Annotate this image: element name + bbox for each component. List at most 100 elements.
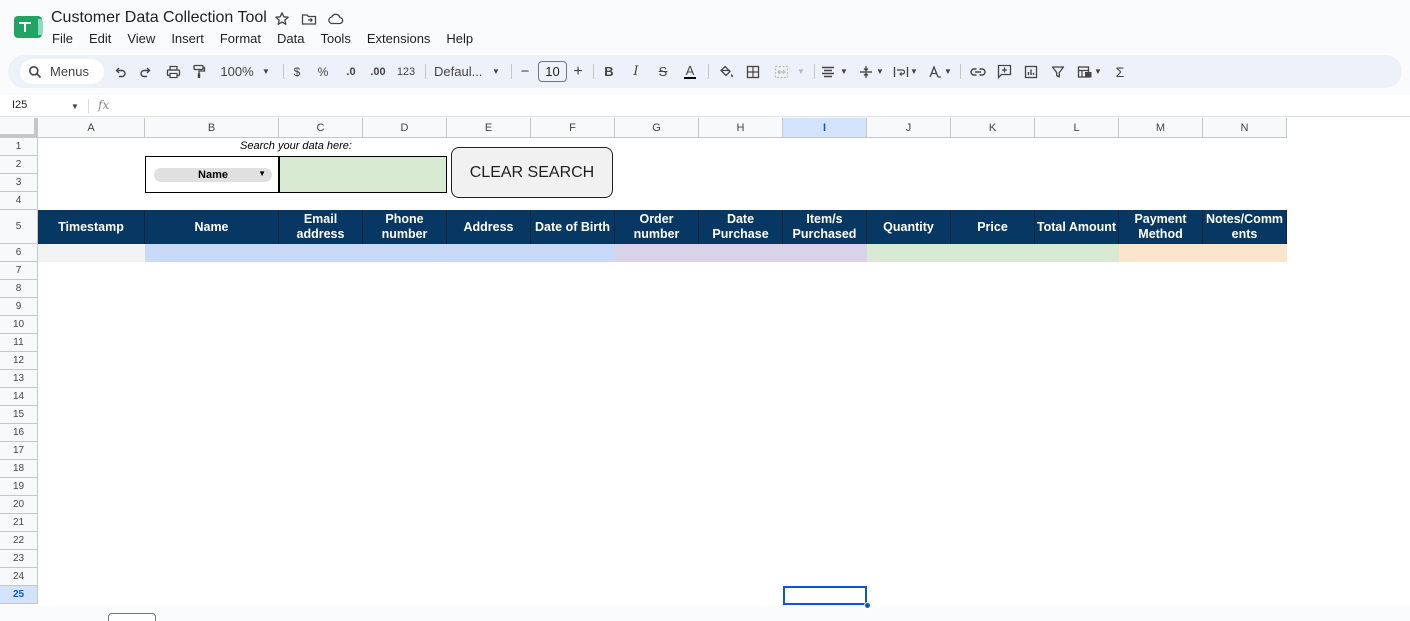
sheet-tab[interactable]: [108, 613, 156, 621]
row-header-22[interactable]: 22: [0, 532, 38, 550]
row-header-5[interactable]: 5: [0, 210, 38, 244]
cloud-status-icon[interactable]: [327, 11, 344, 27]
column-header-j[interactable]: J: [867, 118, 951, 138]
table-header-cell[interactable]: Date of Birth: [531, 210, 615, 244]
filter-icon[interactable]: [1047, 55, 1069, 88]
merge-cells-icon[interactable]: [770, 55, 792, 88]
zoom-select[interactable]: 100%: [218, 55, 256, 88]
row-header-17[interactable]: 17: [0, 442, 38, 460]
column-header-a[interactable]: A: [38, 118, 145, 138]
menu-tools[interactable]: Tools: [312, 29, 358, 48]
functions-button[interactable]: Σ: [1110, 55, 1130, 88]
font-size-input[interactable]: 10: [538, 61, 567, 82]
row6-color-band[interactable]: [1119, 244, 1287, 262]
increase-decimal-button[interactable]: .00: [366, 55, 390, 88]
column-header-h[interactable]: H: [699, 118, 783, 138]
valign-chevron-down-icon[interactable]: ▼: [874, 55, 886, 88]
column-header-b[interactable]: B: [145, 118, 279, 138]
row-header-11[interactable]: 11: [0, 334, 38, 352]
increase-font-size-button[interactable]: +: [569, 55, 587, 88]
column-header-c[interactable]: C: [279, 118, 363, 138]
table-header-cell[interactable]: Address: [447, 210, 531, 244]
menu-help[interactable]: Help: [438, 29, 481, 48]
spreadsheet-grid[interactable]: ABCDEFGHIJKLMN 1 2 3 4 5 6 7 8 9 10 11 12 13 14 15 16 17…: [0, 118, 1410, 609]
star-icon[interactable]: [274, 11, 290, 27]
print-icon[interactable]: [163, 55, 183, 88]
column-header-d[interactable]: D: [363, 118, 447, 138]
decrease-font-size-button[interactable]: −: [516, 55, 534, 88]
row6-color-band[interactable]: [38, 244, 145, 262]
row-header-23[interactable]: 23: [0, 550, 38, 568]
menu-insert[interactable]: Insert: [163, 29, 212, 48]
menu-view[interactable]: View: [119, 29, 163, 48]
table-header-cell[interactable]: Quantity: [867, 210, 951, 244]
row6-color-band[interactable]: [867, 244, 1119, 262]
table-header-cell[interactable]: Order number: [615, 210, 699, 244]
row-header-12[interactable]: 12: [0, 352, 38, 370]
row-header-6[interactable]: 6: [0, 244, 38, 262]
undo-icon[interactable]: [110, 55, 130, 88]
move-to-folder-icon[interactable]: [301, 11, 317, 27]
insert-comment-icon[interactable]: [993, 55, 1015, 88]
column-header-e[interactable]: E: [447, 118, 531, 138]
row6-color-band[interactable]: [615, 244, 867, 262]
strikethrough-button[interactable]: S: [653, 55, 673, 88]
bold-button[interactable]: B: [599, 55, 619, 88]
redo-icon[interactable]: [136, 55, 156, 88]
merge-chevron-down-icon[interactable]: ▼: [795, 55, 807, 88]
row-header-25[interactable]: 25: [0, 586, 38, 604]
dropdown-chip[interactable]: Name ▼: [154, 168, 272, 182]
row-header-3[interactable]: 3: [0, 174, 38, 192]
row-header-9[interactable]: 9: [0, 298, 38, 316]
font-chevron-down-icon[interactable]: ▼: [489, 55, 503, 88]
italic-button[interactable]: I: [626, 55, 646, 88]
menu-extensions[interactable]: Extensions: [359, 29, 439, 48]
row-header-19[interactable]: 19: [0, 478, 38, 496]
row-header-2[interactable]: 2: [0, 156, 38, 174]
format-percent-button[interactable]: %: [314, 55, 332, 88]
table-header-cell[interactable]: Timestamp: [38, 210, 145, 244]
row-header-1[interactable]: 1: [0, 138, 38, 156]
vertical-align-icon[interactable]: [856, 55, 876, 88]
wrap-chevron-down-icon[interactable]: ▼: [908, 55, 920, 88]
column-header-m[interactable]: M: [1119, 118, 1203, 138]
table-header-cell[interactable]: Date Purchase: [699, 210, 783, 244]
table-header-cell[interactable]: Price: [951, 210, 1035, 244]
document-title[interactable]: Customer Data Collection Tool: [51, 9, 267, 27]
insert-chart-icon[interactable]: [1020, 55, 1042, 88]
filter-views-chevron-down-icon[interactable]: ▼: [1092, 55, 1104, 88]
row-header-8[interactable]: 8: [0, 280, 38, 298]
name-box[interactable]: I25: [12, 99, 27, 111]
row-header-10[interactable]: 10: [0, 316, 38, 334]
table-header-cell[interactable]: Name: [145, 210, 279, 244]
clear-search-button[interactable]: CLEAR SEARCH: [451, 147, 613, 198]
borders-icon[interactable]: [742, 55, 764, 88]
column-header-l[interactable]: L: [1035, 118, 1119, 138]
column-header-i[interactable]: I: [783, 118, 867, 138]
menu-format[interactable]: Format: [212, 29, 269, 48]
fill-handle[interactable]: [864, 602, 871, 609]
table-header-cell[interactable]: Notes/Comm ents: [1203, 210, 1287, 244]
row-header-16[interactable]: 16: [0, 424, 38, 442]
row6-color-band[interactable]: [145, 244, 615, 262]
search-field-dropdown[interactable]: Name ▼: [145, 156, 279, 193]
horizontal-align-icon[interactable]: [818, 55, 838, 88]
halign-chevron-down-icon[interactable]: ▼: [838, 55, 850, 88]
row-header-18[interactable]: 18: [0, 460, 38, 478]
row-header-14[interactable]: 14: [0, 388, 38, 406]
insert-link-icon[interactable]: [967, 55, 989, 88]
format-currency-button[interactable]: $: [288, 55, 306, 88]
sheets-logo-icon[interactable]: [14, 16, 43, 38]
selected-cell[interactable]: [783, 586, 867, 605]
table-header-cell[interactable]: Email address: [279, 210, 363, 244]
row-header-7[interactable]: 7: [0, 262, 38, 280]
table-header-cell[interactable]: Total Amount: [1035, 210, 1119, 244]
search-input-cell[interactable]: [279, 156, 447, 193]
column-header-k[interactable]: K: [951, 118, 1035, 138]
more-formats-button[interactable]: 123: [395, 55, 417, 88]
row-header-13[interactable]: 13: [0, 370, 38, 388]
text-color-button[interactable]: A: [680, 55, 700, 88]
row-header-15[interactable]: 15: [0, 406, 38, 424]
menu-search[interactable]: Menus: [20, 59, 104, 84]
column-header-f[interactable]: F: [531, 118, 615, 138]
